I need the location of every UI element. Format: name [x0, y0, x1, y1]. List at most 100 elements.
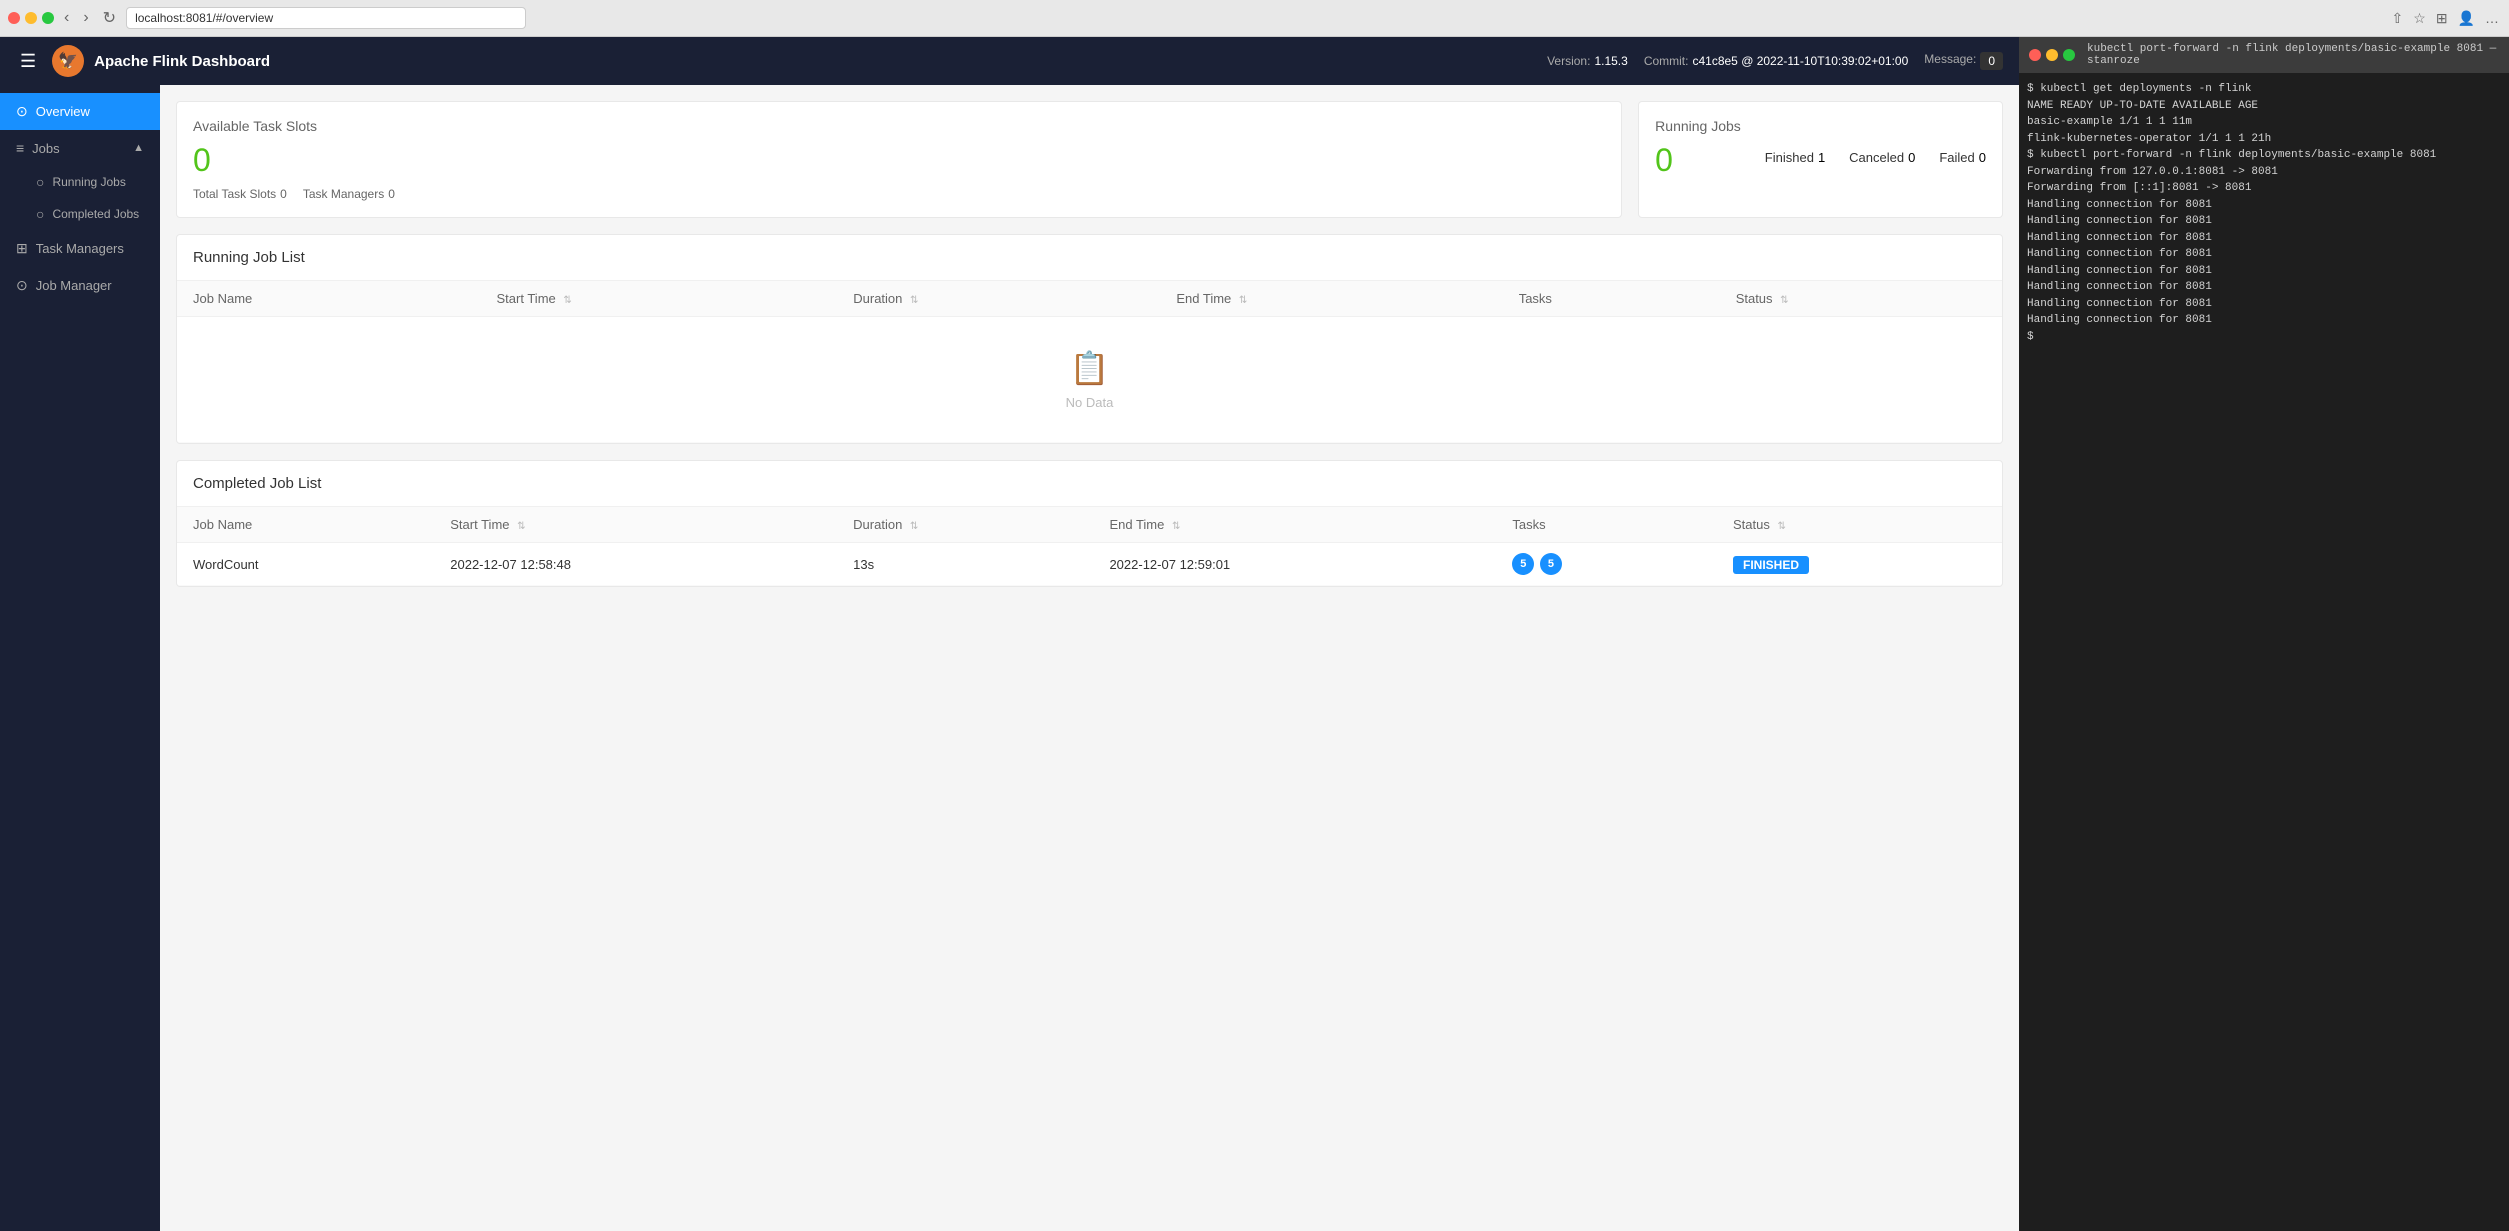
- forward-button[interactable]: ›: [79, 7, 92, 29]
- canceled-value: 0: [1908, 150, 1915, 165]
- app-container: ☰ 🦅 Apache Flink Dashboard Version: 1.15…: [0, 37, 2509, 1231]
- total-slots-value: 0: [280, 187, 287, 201]
- jobs-label: Jobs: [32, 141, 59, 156]
- col-start-time: Start Time ⇅: [481, 281, 838, 317]
- sidebar-item-completed-jobs[interactable]: ○ Completed Jobs: [0, 198, 160, 230]
- terminal-content[interactable]: $ kubectl get deployments -n flinkNAME R…: [2019, 73, 2509, 1231]
- terminal-line: Handling connection for 8081: [2027, 296, 2501, 313]
- terminal-line: flink-kubernetes-operator 1/1 1 1 21h: [2027, 131, 2501, 148]
- col-job-name: Job Name: [177, 281, 481, 317]
- browser-chrome: ‹ › ↻ ⇧ ☆ ⊞ 👤 …: [0, 0, 2509, 37]
- refresh-button[interactable]: ↻: [99, 6, 120, 30]
- comp-end-sort-icon[interactable]: ⇅: [1172, 521, 1180, 532]
- term-maximize-dot[interactable]: [2063, 49, 2075, 61]
- completed-jobs-label: Completed Jobs: [52, 207, 139, 221]
- completed-job-header-row: Job Name Start Time ⇅ Duration ⇅ End Tim…: [177, 507, 2002, 543]
- terminal-line: Handling connection for 8081: [2027, 279, 2501, 296]
- terminal-line: Handling connection for 8081: [2027, 263, 2501, 280]
- total-slots-label: Total Task Slots: [193, 187, 276, 201]
- terminal-line: $ kubectl get deployments -n flink: [2027, 81, 2501, 98]
- extensions-icon[interactable]: ⊞: [2434, 8, 2450, 29]
- failed-label: Failed: [1939, 150, 1974, 165]
- more-icon[interactable]: …: [2483, 8, 2501, 29]
- end-time-cell: 2022-12-07 12:59:01: [1093, 543, 1496, 586]
- no-data-row: 📋 No Data: [177, 317, 2002, 443]
- finished-stat: Finished 1: [1765, 150, 1825, 165]
- comp-start-sort-icon[interactable]: ⇅: [517, 521, 525, 532]
- flink-meta: Version: 1.15.3 Commit: c41c8e5 @ 2022-1…: [1547, 52, 2003, 70]
- main-content: Available Task Slots 0 Total Task Slots …: [160, 85, 2019, 1231]
- status-cell: FINISHED: [1717, 543, 2002, 586]
- start-time-cell: 2022-12-07 12:58:48: [434, 543, 837, 586]
- term-close-dot[interactable]: [2029, 49, 2041, 61]
- failed-value: 0: [1979, 150, 1986, 165]
- status-sort-icon[interactable]: ⇅: [1780, 295, 1788, 306]
- term-minimize-dot[interactable]: [2046, 49, 2058, 61]
- end-time-sort-icon[interactable]: ⇅: [1239, 295, 1247, 306]
- summary-cards: Available Task Slots 0 Total Task Slots …: [176, 101, 2003, 218]
- running-job-header-row: Job Name Start Time ⇅ Duration ⇅ End Tim…: [177, 281, 2002, 317]
- duration-sort-icon[interactable]: ⇅: [910, 295, 918, 306]
- completed-job-list-title: Completed Job List: [177, 461, 2002, 507]
- table-row[interactable]: WordCount 2022-12-07 12:58:48 13s 2022-1…: [177, 543, 2002, 586]
- job-manager-icon: ⊙: [16, 277, 28, 294]
- sidebar-item-jobs[interactable]: ≡ Jobs ▲: [0, 130, 160, 166]
- task-managers-value: 0: [388, 187, 395, 201]
- terminal-line: NAME READY UP-TO-DATE AVAILABLE AGE: [2027, 98, 2501, 115]
- running-jobs-icon: ○: [36, 174, 44, 190]
- no-data-text: No Data: [209, 395, 1970, 410]
- running-jobs-count: 0: [1655, 142, 1741, 179]
- terminal-line: Handling connection for 8081: [2027, 246, 2501, 263]
- close-dot[interactable]: [8, 12, 20, 24]
- message-badge: 0: [1980, 52, 2003, 70]
- task-managers-label: Task Managers: [36, 241, 124, 256]
- comp-status-sort-icon[interactable]: ⇅: [1777, 521, 1785, 532]
- running-jobs-card: Running Jobs 0 Finished 1 Canceled: [1638, 101, 2003, 218]
- terminal-line: Handling connection for 8081: [2027, 230, 2501, 247]
- menu-button[interactable]: ☰: [16, 47, 40, 76]
- task-managers-label: Task Managers: [303, 187, 384, 201]
- sidebar-item-running-jobs[interactable]: ○ Running Jobs: [0, 166, 160, 198]
- completed-job-table: Job Name Start Time ⇅ Duration ⇅ End Tim…: [177, 507, 2002, 586]
- task-slots-footer: Total Task Slots 0 Task Managers 0: [193, 187, 1605, 201]
- terminal-line: basic-example 1/1 1 1 11m: [2027, 114, 2501, 131]
- completed-job-list-section: Completed Job List Job Name Start Time ⇅…: [176, 460, 2003, 587]
- comp-duration-sort-icon[interactable]: ⇅: [910, 521, 918, 532]
- running-job-list-title: Running Job List: [177, 235, 2002, 281]
- maximize-dot[interactable]: [42, 12, 54, 24]
- message-info: Message: 0: [1924, 52, 2003, 70]
- window-controls: [8, 12, 54, 24]
- address-bar[interactable]: [126, 7, 526, 29]
- running-job-list-section: Running Job List Job Name Start Time ⇅ D…: [176, 234, 2003, 444]
- terminal-line: Handling connection for 8081: [2027, 197, 2501, 214]
- minimize-dot[interactable]: [25, 12, 37, 24]
- commit-value: c41c8e5 @ 2022-11-10T10:39:02+01:00: [1692, 54, 1908, 68]
- profile-icon[interactable]: 👤: [2456, 8, 2477, 29]
- terminal-dots: [2029, 49, 2075, 61]
- terminal-line: Forwarding from 127.0.0.1:8081 -> 8081: [2027, 164, 2501, 181]
- start-time-sort-icon[interactable]: ⇅: [563, 295, 571, 306]
- back-button[interactable]: ‹: [60, 7, 73, 29]
- terminal-line: $ kubectl port-forward -n flink deployme…: [2027, 147, 2501, 164]
- terminal-titlebar: kubectl port-forward -n flink deployment…: [2019, 37, 2509, 73]
- col-duration: Duration ⇅: [837, 281, 1160, 317]
- job-name-cell: WordCount: [177, 543, 434, 586]
- terminal-line: Forwarding from [::1]:8081 -> 8081: [2027, 180, 2501, 197]
- sidebar: ⊙ Overview ≡ Jobs ▲ ○ Running Jobs ○: [0, 85, 160, 1231]
- no-data-cell: 📋 No Data: [177, 317, 2002, 443]
- running-job-table: Job Name Start Time ⇅ Duration ⇅ End Tim…: [177, 281, 2002, 443]
- sidebar-item-overview[interactable]: ⊙ Overview: [0, 93, 160, 130]
- overview-label: Overview: [36, 104, 90, 119]
- flink-ui: ☰ 🦅 Apache Flink Dashboard Version: 1.15…: [0, 37, 2019, 1231]
- version-info: Version: 1.15.3: [1547, 54, 1628, 68]
- finished-value: 1: [1818, 150, 1825, 165]
- bookmark-icon[interactable]: ☆: [2411, 8, 2428, 29]
- terminal-panel: kubectl port-forward -n flink deployment…: [2019, 37, 2509, 1231]
- total-slots-info: Total Task Slots 0: [193, 187, 287, 201]
- task-managers-info: Task Managers 0: [303, 187, 395, 201]
- job-manager-label: Job Manager: [36, 278, 112, 293]
- sidebar-item-task-managers[interactable]: ⊞ Task Managers: [0, 230, 160, 267]
- app-title: Apache Flink Dashboard: [94, 53, 270, 70]
- sidebar-item-job-manager[interactable]: ⊙ Job Manager: [0, 267, 160, 304]
- share-icon[interactable]: ⇧: [2390, 8, 2406, 29]
